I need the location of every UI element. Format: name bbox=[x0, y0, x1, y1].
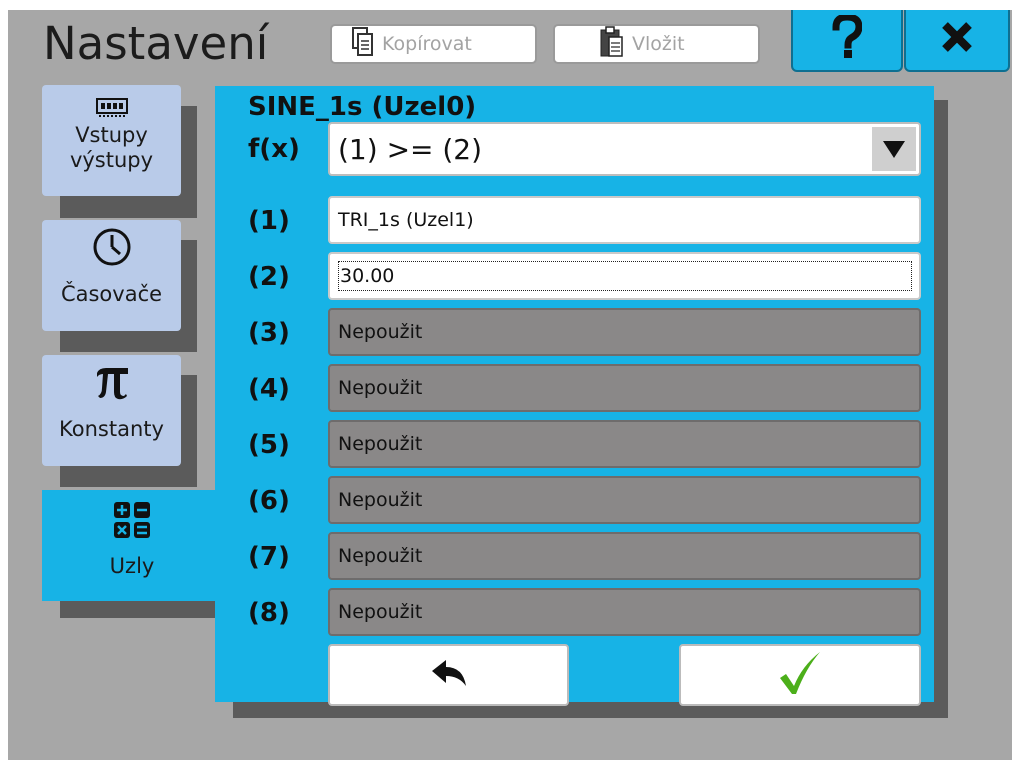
calculator-icon bbox=[112, 498, 152, 542]
screen: Nastavení Kopírovat Vložit Vstupy výstup… bbox=[8, 10, 1012, 760]
close-x-icon bbox=[941, 21, 973, 57]
copy-label: Kopírovat bbox=[382, 33, 472, 55]
operand-value: Nepoužit bbox=[338, 601, 423, 623]
sidebar-item-label: Vstupy bbox=[75, 123, 148, 147]
sidebar-item-nodes[interactable]: Uzly bbox=[42, 490, 222, 601]
operand-8-field[interactable]: Nepoužit bbox=[328, 588, 921, 636]
function-select-value: (1) >= (2) bbox=[338, 132, 483, 166]
row-label: (2) bbox=[248, 262, 290, 292]
pi-icon bbox=[94, 361, 130, 403]
operand-value: Nepoužit bbox=[338, 489, 423, 511]
row-label: (6) bbox=[248, 486, 290, 516]
operand-value: Nepoužit bbox=[338, 377, 423, 399]
operand-3-field[interactable]: Nepoužit bbox=[328, 308, 921, 356]
help-button[interactable] bbox=[791, 10, 903, 72]
node-editor-panel: SINE_1s (Uzel0) f(x) (1) >= (2) (1) TRI_… bbox=[215, 86, 934, 706]
memory-chip-icon bbox=[95, 93, 129, 123]
clock-icon bbox=[92, 226, 132, 268]
question-mark-icon bbox=[832, 13, 863, 63]
dropdown-arrow-icon[interactable] bbox=[872, 127, 916, 171]
row-label: (8) bbox=[248, 598, 290, 628]
paste-label: Vložit bbox=[632, 33, 685, 55]
sidebar-item-label: Uzly bbox=[109, 554, 155, 578]
operand-6-field[interactable]: Nepoužit bbox=[328, 476, 921, 524]
sidebar-item-constants[interactable]: Konstanty bbox=[42, 355, 181, 466]
operand-value: Nepoužit bbox=[338, 433, 423, 455]
row-label: (3) bbox=[248, 318, 290, 348]
sidebar-item-inputs-outputs[interactable]: Vstupy výstupy bbox=[42, 85, 181, 196]
sidebar-item-label: výstupy bbox=[69, 148, 154, 172]
row-label: (5) bbox=[248, 430, 290, 460]
copy-icon bbox=[352, 26, 374, 62]
page-title: Nastavení bbox=[43, 17, 269, 70]
checkmark-icon bbox=[778, 650, 822, 700]
operand-7-field[interactable]: Nepoužit bbox=[328, 532, 921, 580]
operand-value: Nepoužit bbox=[338, 545, 423, 567]
sidebar-item-label: Konstanty bbox=[59, 417, 164, 441]
function-select[interactable]: (1) >= (2) bbox=[328, 122, 921, 176]
operand-value: 30.00 bbox=[340, 265, 395, 287]
confirm-button[interactable] bbox=[679, 644, 921, 706]
close-button[interactable] bbox=[904, 10, 1010, 72]
operand-4-field[interactable]: Nepoužit bbox=[328, 364, 921, 412]
back-arrow-icon bbox=[430, 658, 468, 692]
operand-5-field[interactable]: Nepoužit bbox=[328, 420, 921, 468]
back-button[interactable] bbox=[328, 644, 569, 706]
row-label: (7) bbox=[248, 542, 290, 572]
paste-icon bbox=[600, 25, 624, 63]
copy-button[interactable]: Kopírovat bbox=[330, 24, 537, 64]
operand-1-field[interactable]: TRI_1s (Uzel1) bbox=[328, 196, 921, 244]
operand-2-field[interactable]: 30.00 bbox=[328, 252, 921, 300]
fx-label: f(x) bbox=[248, 134, 300, 164]
row-label: (4) bbox=[248, 374, 290, 404]
operand-value: TRI_1s (Uzel1) bbox=[338, 209, 474, 231]
row-label: (1) bbox=[248, 206, 290, 236]
sidebar-item-timers[interactable]: Časovače bbox=[42, 220, 181, 331]
node-title: SINE_1s (Uzel0) bbox=[248, 92, 477, 122]
operand-value: Nepoužit bbox=[338, 321, 423, 343]
sidebar-item-label: Časovače bbox=[60, 282, 163, 306]
paste-button[interactable]: Vložit bbox=[553, 24, 760, 64]
